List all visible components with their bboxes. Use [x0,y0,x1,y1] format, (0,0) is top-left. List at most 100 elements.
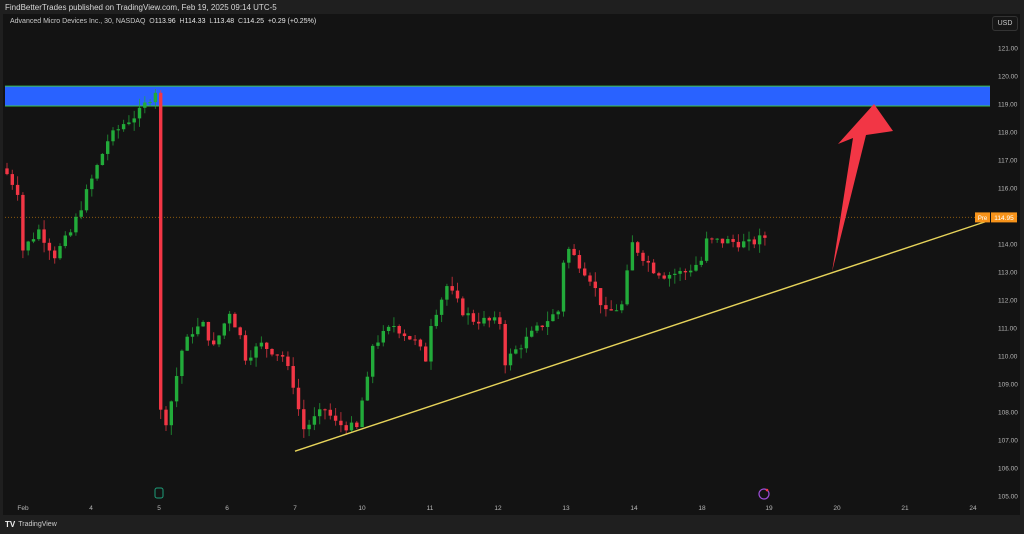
candle-body [148,102,152,104]
candle-body [31,239,36,242]
candle-body [482,317,486,324]
candle-body [15,184,20,195]
candle-body [704,238,709,261]
open-value: 113.96 [154,18,176,25]
price-axis-label: 107.00 [998,438,1018,445]
candle-body [720,238,725,244]
candle-body [763,235,767,238]
candle-body [561,262,566,312]
time-axis-label: 24 [969,505,977,512]
time-axis-label: Feb [17,505,29,512]
candle-body [545,321,550,328]
candle-body [588,275,592,282]
candle-body [259,342,264,347]
pre-price-label: 114.95 [994,215,1014,222]
candle-body [726,238,730,244]
candle-body [58,246,62,259]
candle-body [344,425,348,431]
time-axis-label: 10 [358,505,366,512]
candle-body [318,409,322,417]
price-axis-label: 105.00 [998,494,1018,501]
candle-body [609,309,613,311]
candle-body [328,409,332,416]
candle-body [185,336,189,351]
candle-body [630,242,635,271]
candle-body [471,313,476,322]
candle-body [651,262,656,274]
time-axis-label: 14 [630,505,638,512]
candle-body [535,325,539,331]
time-axis-label: 20 [833,505,841,512]
candle-body [699,260,703,265]
candle-body [461,298,465,316]
candle-body [159,92,163,410]
candle-body [116,129,120,131]
time-axis-label: 7 [293,505,297,512]
time-axis-label: 18 [698,505,706,512]
candle-body [201,321,205,327]
currency-button[interactable]: USD [992,16,1018,31]
price-axis-label: 112.00 [998,298,1018,305]
candle-body [402,333,407,337]
supply-zone [5,86,990,106]
candle-body [84,189,89,211]
event-notification-dot [765,488,769,492]
candle-body [212,340,216,345]
price-axis-label: 110.00 [998,354,1018,361]
candle-body [445,286,449,300]
candle-body [455,290,460,299]
candle-body [5,168,9,175]
candle-body [392,326,396,328]
candle-body [90,178,94,190]
candle-body [63,235,67,247]
candle-body [323,409,327,411]
candle-body [333,415,338,421]
candle-body [498,317,502,325]
candle-body [180,350,184,377]
candle-body [227,313,232,324]
candle-body [254,346,258,358]
price-axis-label: 114.00 [998,242,1018,249]
candle-body [238,327,242,336]
candle-body [683,271,688,273]
candle-body [715,238,719,240]
candle-body [524,336,529,349]
candle-body [694,264,698,271]
candle-body [424,346,428,362]
candle-body [757,235,762,245]
candle-body [429,326,433,362]
candle-body [47,242,52,251]
candle-body [206,321,211,341]
candle-body [386,326,391,332]
candle-body [121,124,126,130]
candle-body [583,268,587,276]
candle-body [736,241,741,248]
tradingview-logo-icon: TV [5,520,16,529]
candle-body [68,232,73,236]
candle-body [752,239,756,245]
candle-body [620,304,624,311]
high-value: 114.33 [184,18,206,25]
candle-body [243,335,248,361]
price-axis-label: 109.00 [998,382,1018,389]
candle-body [413,339,417,341]
candles [5,88,767,438]
ascending-trendline [294,221,986,452]
candle-body [450,286,454,291]
brand-name: TradingView [18,521,57,528]
candle-body [164,409,168,426]
price-axis-label: 117.00 [998,158,1018,165]
candle-body [530,330,534,337]
candle-body [37,229,41,240]
candle-body [577,255,582,269]
candle-body [365,376,370,401]
candle-body [710,238,714,240]
candle-body [567,248,571,263]
candle-body [598,288,603,306]
candle-body [233,313,237,328]
candle-body [508,353,513,366]
time-axis-label: 6 [225,505,229,512]
chart-canvas[interactable]: 121.00120.00119.00118.00117.00116.00115.… [0,0,1024,534]
symbol-name[interactable]: Advanced Micro Devices Inc., 30, NASDAQ [10,18,145,25]
time-axis-label: 5 [157,505,161,512]
